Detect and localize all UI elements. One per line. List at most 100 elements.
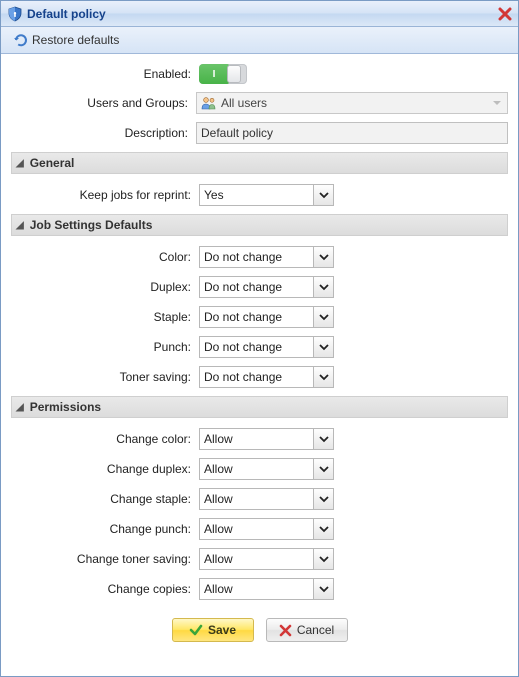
- form-area: Enabled: I Users and Groups: All: [1, 54, 518, 650]
- chevron-down-icon: [313, 367, 333, 387]
- shield-icon: [7, 6, 23, 22]
- row-change-toner: Change toner saving: Allow: [11, 548, 508, 570]
- row-change-copies: Change copies: Allow: [11, 578, 508, 600]
- row-duplex: Duplex: Do not change: [11, 276, 508, 298]
- change-staple-label: Change staple:: [11, 492, 199, 506]
- punch-label: Punch:: [11, 340, 199, 354]
- window-title: Default policy: [27, 7, 106, 21]
- row-enabled: Enabled: I: [11, 64, 508, 84]
- close-icon[interactable]: [498, 7, 512, 21]
- keep-jobs-label: Keep jobs for reprint:: [11, 188, 199, 202]
- row-staple: Staple: Do not change: [11, 306, 508, 328]
- change-staple-value: Allow: [204, 492, 233, 506]
- toner-value: Do not change: [204, 370, 282, 384]
- x-icon: [279, 624, 292, 637]
- row-description: Description: Default policy: [11, 122, 508, 144]
- chevron-down-icon: [313, 519, 333, 539]
- chevron-down-icon: [313, 489, 333, 509]
- toggle-on-indicator: I: [199, 64, 229, 84]
- color-select[interactable]: Do not change: [199, 246, 334, 268]
- chevron-down-icon: [313, 277, 333, 297]
- change-punch-select[interactable]: Allow: [199, 518, 334, 540]
- change-copies-label: Change copies:: [11, 582, 199, 596]
- section-permissions-title: Permissions: [30, 400, 101, 414]
- row-users-groups: Users and Groups: All users: [11, 92, 508, 114]
- section-job-defaults-title: Job Settings Defaults: [30, 218, 153, 232]
- color-label: Color:: [11, 250, 199, 264]
- save-button[interactable]: Save: [172, 618, 254, 642]
- row-keep-jobs: Keep jobs for reprint: Yes: [11, 184, 508, 206]
- restore-defaults-icon: [12, 32, 28, 48]
- chevron-down-icon: [489, 95, 505, 111]
- change-toner-label: Change toner saving:: [11, 552, 199, 566]
- keep-jobs-select[interactable]: Yes: [199, 184, 334, 206]
- description-field[interactable]: Default policy: [196, 122, 508, 144]
- row-change-color: Change color: Allow: [11, 428, 508, 450]
- change-punch-value: Allow: [204, 522, 233, 536]
- titlebar: Default policy: [1, 1, 518, 27]
- row-color: Color: Do not change: [11, 246, 508, 268]
- row-change-staple: Change staple: Allow: [11, 488, 508, 510]
- punch-value: Do not change: [204, 340, 282, 354]
- button-bar: Save Cancel: [11, 608, 508, 642]
- save-label: Save: [208, 623, 236, 637]
- toner-label: Toner saving:: [11, 370, 199, 384]
- staple-value: Do not change: [204, 310, 282, 324]
- row-change-duplex: Change duplex: Allow: [11, 458, 508, 480]
- collapse-icon: ◢: [16, 402, 24, 413]
- section-permissions-header[interactable]: ◢ Permissions: [11, 396, 508, 418]
- change-color-select[interactable]: Allow: [199, 428, 334, 450]
- enabled-label: Enabled:: [11, 67, 199, 81]
- collapse-icon: ◢: [16, 158, 24, 169]
- enabled-toggle[interactable]: I: [199, 64, 247, 84]
- users-groups-label: Users and Groups:: [11, 96, 196, 110]
- section-general-title: General: [30, 156, 75, 170]
- chevron-down-icon: [313, 337, 333, 357]
- description-label: Description:: [11, 126, 196, 140]
- description-value: Default policy: [201, 126, 273, 140]
- check-icon: [189, 623, 203, 637]
- chevron-down-icon: [313, 307, 333, 327]
- duplex-label: Duplex:: [11, 280, 199, 294]
- section-job-defaults-header[interactable]: ◢ Job Settings Defaults: [11, 214, 508, 236]
- keep-jobs-value: Yes: [204, 188, 224, 202]
- users-groups-field[interactable]: All users: [196, 92, 508, 114]
- row-change-punch: Change punch: Allow: [11, 518, 508, 540]
- change-staple-select[interactable]: Allow: [199, 488, 334, 510]
- toolbar: Restore defaults: [1, 27, 518, 54]
- restore-defaults-label: Restore defaults: [32, 33, 119, 47]
- users-icon: [201, 96, 217, 110]
- change-duplex-select[interactable]: Allow: [199, 458, 334, 480]
- row-toner: Toner saving: Do not change: [11, 366, 508, 388]
- staple-select[interactable]: Do not change: [199, 306, 334, 328]
- change-color-value: Allow: [204, 432, 233, 446]
- toner-select[interactable]: Do not change: [199, 366, 334, 388]
- change-duplex-value: Allow: [204, 462, 233, 476]
- cancel-button[interactable]: Cancel: [266, 618, 348, 642]
- restore-defaults-button[interactable]: Restore defaults: [7, 29, 124, 51]
- chevron-down-icon: [313, 459, 333, 479]
- change-toner-select[interactable]: Allow: [199, 548, 334, 570]
- change-duplex-label: Change duplex:: [11, 462, 199, 476]
- users-groups-value: All users: [221, 96, 267, 110]
- change-color-label: Change color:: [11, 432, 199, 446]
- staple-label: Staple:: [11, 310, 199, 324]
- collapse-icon: ◢: [16, 220, 24, 231]
- change-toner-value: Allow: [204, 552, 233, 566]
- chevron-down-icon: [313, 429, 333, 449]
- chevron-down-icon: [313, 185, 333, 205]
- change-copies-select[interactable]: Allow: [199, 578, 334, 600]
- cancel-label: Cancel: [297, 623, 334, 637]
- punch-select[interactable]: Do not change: [199, 336, 334, 358]
- chevron-down-icon: [313, 579, 333, 599]
- row-punch: Punch: Do not change: [11, 336, 508, 358]
- chevron-down-icon: [313, 247, 333, 267]
- change-punch-label: Change punch:: [11, 522, 199, 536]
- duplex-select[interactable]: Do not change: [199, 276, 334, 298]
- color-value: Do not change: [204, 250, 282, 264]
- duplex-value: Do not change: [204, 280, 282, 294]
- change-copies-value: Allow: [204, 582, 233, 596]
- section-general-header[interactable]: ◢ General: [11, 152, 508, 174]
- toggle-knob: [227, 65, 241, 83]
- chevron-down-icon: [313, 549, 333, 569]
